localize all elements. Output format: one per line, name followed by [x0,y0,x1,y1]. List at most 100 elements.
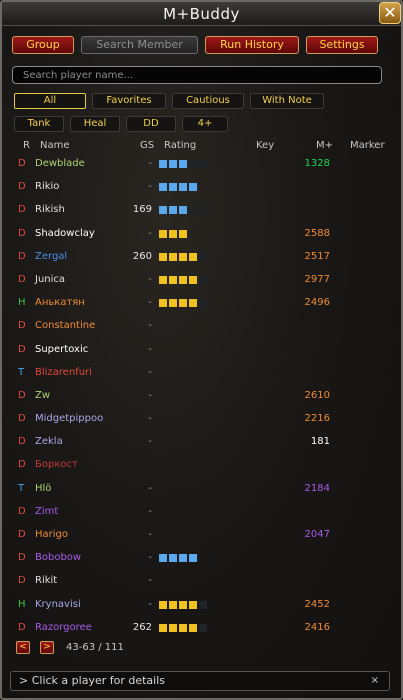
player-name: Rikish [35,204,65,216]
player-name: Zimt [35,505,59,517]
filter-favorites[interactable]: Favorites [92,93,166,109]
player-row[interactable]: D Zw - 2610 [14,385,394,408]
player-row[interactable]: D Zekla - 181 [14,431,394,454]
player-row[interactable]: D Rikio - [14,176,394,199]
gear-score: - [148,482,152,494]
prev-page-button[interactable]: < [16,641,30,654]
col-header-role: R [23,140,30,151]
mplus-score: 2452 [304,598,330,610]
rating-square [179,623,187,632]
title-bar[interactable]: M+Buddy [2,2,401,26]
player-name: Zw [35,389,51,401]
player-row[interactable]: H Krynavisi - 2452 [14,594,394,617]
mplus-score: 2216 [304,413,330,425]
gear-score: 169 [132,204,152,216]
rating-square [199,206,207,215]
player-row[interactable]: D Zergal 260 2517 [14,246,394,269]
player-row[interactable]: D Razorgoree 262 2416 [14,617,394,640]
gear-score: - [148,529,152,540]
player-name: Rikit [35,575,58,587]
player-name: Анькатян [35,297,85,309]
player-row[interactable]: D Bobobow - [14,547,394,570]
status-bar: > Click a player for details × [10,671,390,691]
rating-square [199,600,207,609]
rating-square [189,554,197,563]
rating-square [189,183,197,192]
gear-score: 260 [132,250,152,262]
gear-score: - [148,552,152,564]
mplus-score: 2496 [304,297,330,309]
filter-tank[interactable]: Tank [14,116,64,132]
filter-all[interactable]: All [14,93,86,109]
window-title: M+Buddy [163,5,240,23]
rating-square [159,229,167,238]
rating-square [159,252,167,261]
col-header-mplus[interactable]: M+ [316,140,333,151]
rating-square [189,275,197,284]
player-name: Dewblade [35,158,85,169]
settings-button[interactable]: Settings [306,36,378,54]
player-name: Krynavisi [35,598,81,610]
player-row[interactable]: D Zimt - [14,501,394,524]
close-icon[interactable]: ✕ [379,2,401,24]
group-button[interactable]: Group [12,36,74,54]
player-name: Midgetpippoo [35,413,104,425]
filter-4plus[interactable]: 4+ [182,116,228,132]
player-name: Blizarenfuri [35,366,92,378]
role-indicator: D [18,181,26,193]
role-indicator: D [18,204,26,216]
col-header-name[interactable]: Name [40,140,70,151]
filter-heal[interactable]: Heal [70,116,120,132]
mplus-score: 2588 [304,227,330,239]
run-history-button[interactable]: Run History [205,36,299,54]
next-page-button[interactable]: > [40,641,54,654]
player-name: Junica [35,273,66,285]
player-row[interactable]: D Junica - 2977 [14,269,394,292]
status-close-icon[interactable]: × [371,672,379,690]
rating-square [159,160,167,168]
player-row[interactable]: D Shadowclay - 2588 [14,223,394,246]
player-row[interactable]: T Hlö - 2184 [14,478,394,501]
gear-score: - [148,320,152,332]
mplus-score: 2517 [304,250,330,262]
player-name: Боркост [35,459,78,471]
rating-square [199,275,207,284]
gear-score: - [148,389,152,401]
col-header-rating[interactable]: Rating [164,140,196,151]
rating-square [189,160,197,168]
col-header-key[interactable]: Key [256,140,274,151]
rating-square [199,252,207,261]
player-row[interactable]: D Боркост [14,454,394,477]
player-name: Bobobow [35,552,82,564]
role-indicator: D [18,552,26,564]
player-row[interactable]: D Supertoxic - [14,339,394,362]
rating-square [169,554,177,563]
gear-score: - [148,297,152,309]
player-row[interactable]: D Harigo - 2047 [14,524,394,547]
gear-score: - [148,343,152,355]
player-row[interactable]: T Blizarenfuri - [14,362,394,385]
filter-dd[interactable]: DD [126,116,176,132]
role-indicator: D [18,529,26,540]
col-header-gs[interactable]: GS [140,140,154,151]
rating-square [179,229,187,238]
player-row[interactable]: D Dewblade - 1328 [14,153,394,176]
search-member-button[interactable]: Search Member [81,36,198,54]
player-row[interactable]: D Constantine - [14,315,394,338]
mplus-score: 2416 [304,621,330,633]
filter-with-note[interactable]: With Note [250,93,324,109]
rating-square [179,252,187,261]
search-input[interactable] [12,66,382,84]
mplus-score: 2610 [304,389,330,401]
player-row[interactable]: H Анькатян - 2496 [14,292,394,315]
filter-cautious[interactable]: Cautious [172,93,244,109]
mplus-score: 2047 [304,529,330,540]
rating-square [189,600,197,609]
gear-score: - [148,158,152,169]
player-row[interactable]: D Midgetpippoo - 2216 [14,408,394,431]
player-row[interactable]: D Rikit - [14,570,394,593]
rating-square [169,600,177,609]
player-row[interactable]: D Rikish 169 [14,199,394,222]
rating-square [179,275,187,284]
player-name: Supertoxic [35,343,89,355]
